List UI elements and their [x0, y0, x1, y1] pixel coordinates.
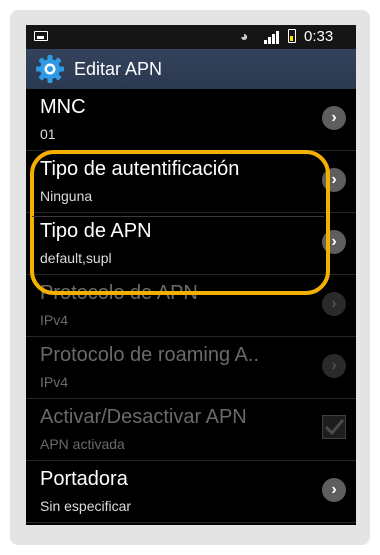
chevron-right-icon: › — [322, 168, 346, 192]
status-time: 0:33 — [304, 28, 334, 45]
setting-title: Tipo de autentificación — [40, 158, 240, 180]
battery-icon — [288, 29, 296, 43]
page-title: Editar APN — [74, 59, 163, 79]
chevron-right-icon: › — [322, 106, 346, 130]
setting-summary: Ninguna — [40, 188, 93, 204]
setting-title: Protocolo de APN — [40, 282, 198, 304]
setting-title: Protocolo de roaming A.. — [40, 344, 260, 366]
setting-summary: APN activada — [40, 436, 125, 452]
setting-summary: IPv4 — [40, 374, 69, 390]
setting-title: Portadora — [40, 468, 128, 490]
chevron-right-icon: › — [322, 354, 346, 378]
chevron-right-icon: › — [322, 292, 346, 316]
signal-icon — [264, 30, 280, 44]
phone-screen: ◕ 0:33 Editar APN MNC 01 › Tipo de auten… — [26, 25, 356, 525]
setting-summary: Sin especificar — [40, 498, 132, 514]
checkbox — [322, 415, 346, 439]
chevron-right-icon: › — [322, 230, 346, 254]
action-bar: Editar APN — [26, 49, 356, 89]
setting-mnc[interactable]: MNC 01 › — [26, 89, 356, 151]
setting-enable-apn: Activar/Desactivar APN APN activada — [26, 399, 356, 461]
setting-summary: IPv4 — [40, 312, 69, 328]
setting-title: Tipo de APN — [40, 220, 152, 242]
checkmark-icon — [324, 419, 345, 436]
setting-apn-type[interactable]: Tipo de APN default,supl › — [26, 213, 356, 275]
settings-gear-icon[interactable] — [35, 54, 65, 84]
setting-roaming-protocol: Protocolo de roaming A.. IPv4 › — [26, 337, 356, 399]
setting-summary: 01 — [40, 126, 56, 142]
setting-title: MNC — [40, 96, 86, 118]
image-icon — [34, 31, 48, 41]
eye-icon: ◕ — [240, 28, 249, 44]
setting-auth-type[interactable]: Tipo de autentificación Ninguna › — [26, 151, 356, 213]
setting-bearer[interactable]: Portadora Sin especificar › — [26, 461, 356, 523]
setting-summary: default,supl — [40, 250, 112, 266]
status-bar: ◕ 0:33 — [26, 25, 356, 49]
chevron-right-icon: › — [322, 478, 346, 502]
setting-title: Activar/Desactivar APN — [40, 406, 247, 428]
setting-apn-protocol: Protocolo de APN IPv4 › — [26, 275, 356, 337]
